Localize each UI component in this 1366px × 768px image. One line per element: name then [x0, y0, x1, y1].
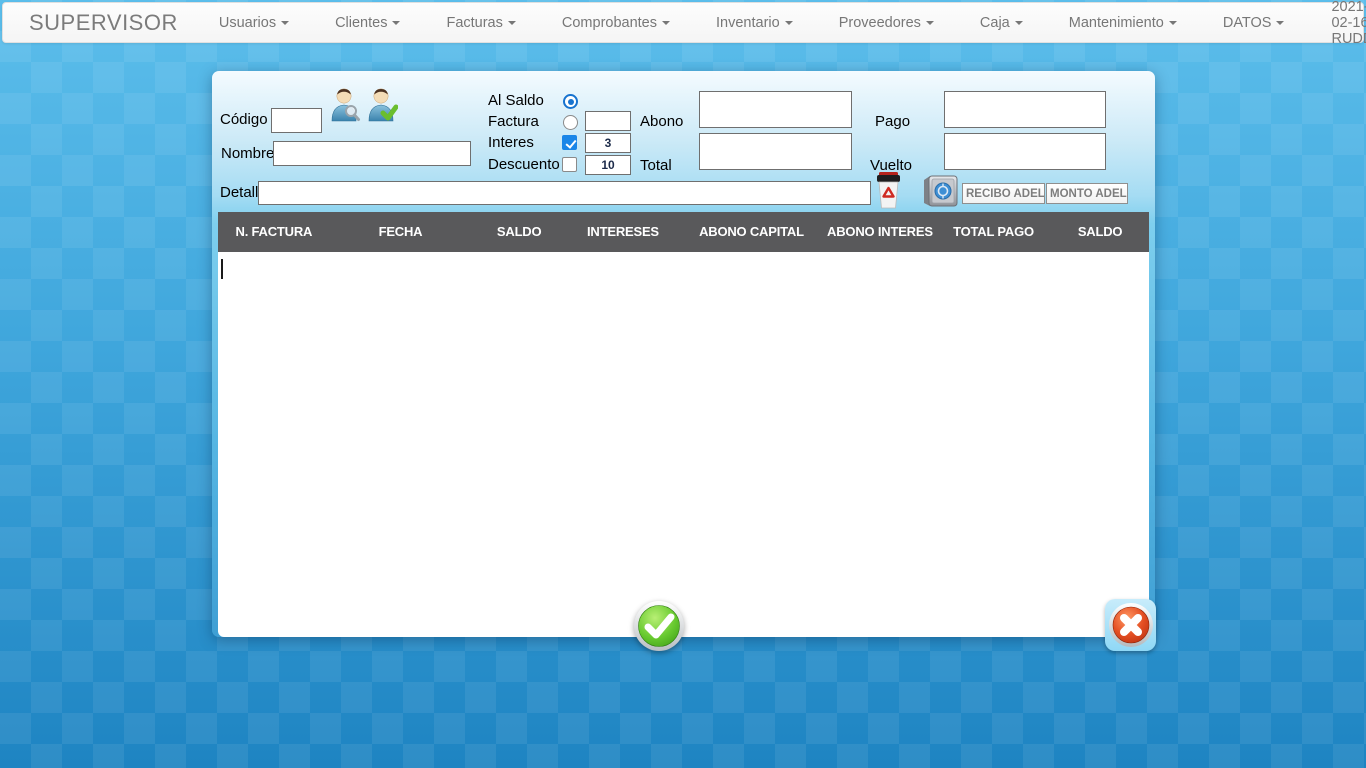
accept-button[interactable] [633, 600, 685, 652]
factura-radio[interactable] [563, 115, 578, 130]
nav-item-label: Caja [980, 15, 1010, 31]
invoices-table-body[interactable] [218, 252, 1149, 637]
nombre-input[interactable] [273, 141, 471, 166]
detalle-input[interactable] [258, 181, 871, 205]
col-saldo: SALDO [471, 225, 567, 240]
safe-vault-icon[interactable] [920, 174, 962, 208]
nav-item-inventario[interactable]: Inventario [693, 4, 816, 42]
chevron-down-icon [508, 21, 516, 25]
factura-input[interactable] [585, 111, 631, 131]
nav-item-label: Inventario [716, 15, 780, 31]
nav-item-clientes[interactable]: Clientes [312, 4, 423, 42]
pago-input[interactable] [944, 91, 1106, 128]
session-label: 2021-02-16 RUDDY [1331, 0, 1366, 47]
chevron-down-icon [1015, 21, 1023, 25]
nav-item-caja[interactable]: Caja [957, 4, 1046, 42]
col-abono-capital: ABONO CAPITAL [679, 225, 824, 240]
vuelto-input[interactable] [944, 133, 1106, 170]
nav-item-comprobantes[interactable]: Comprobantes [539, 4, 693, 42]
interes-label: Interes [488, 134, 534, 151]
chevron-down-icon [785, 21, 793, 25]
nav-menu: Usuarios Clientes Facturas Comprobantes … [196, 4, 1308, 42]
trash-recycle-icon[interactable] [874, 171, 903, 209]
close-button[interactable] [1105, 599, 1156, 651]
al-saldo-radio[interactable] [563, 94, 578, 109]
interes-checkbox[interactable] [562, 135, 577, 150]
nav-item-datos[interactable]: DATOS [1200, 4, 1308, 42]
recibo-adelanto-button[interactable]: RECIBO ADELA [962, 183, 1045, 204]
pago-label: Pago [875, 113, 910, 130]
payment-form: Código Nombre Detalle [212, 71, 1155, 212]
chevron-down-icon [662, 21, 670, 25]
codigo-input[interactable] [271, 108, 322, 133]
descuento-input[interactable] [585, 155, 631, 175]
chevron-down-icon [926, 21, 934, 25]
nav-item-mantenimiento[interactable]: Mantenimiento [1046, 4, 1200, 42]
codigo-label: Código [220, 111, 268, 128]
user-search-icon[interactable] [328, 87, 361, 125]
nav-item-usuarios[interactable]: Usuarios [196, 4, 312, 42]
payments-dialog: Código Nombre Detalle [212, 71, 1155, 637]
top-navbar: SUPERVISOR Usuarios Clientes Facturas Co… [2, 2, 1364, 43]
al-saldo-label: Al Saldo [488, 92, 544, 109]
nav-item-proveedores[interactable]: Proveedores [816, 4, 957, 42]
vuelto-label: Vuelto [870, 157, 912, 174]
factura-label: Factura [488, 113, 539, 130]
total-input[interactable] [699, 133, 852, 170]
chevron-down-icon [281, 21, 289, 25]
chevron-down-icon [392, 21, 400, 25]
col-saldo-final: SALDO [1051, 225, 1149, 240]
session-user-menu[interactable]: 2021-02-16 RUDDY [1307, 0, 1366, 58]
nav-item-label: Usuarios [219, 15, 276, 31]
text-cursor [221, 259, 223, 279]
monto-adelanto-button[interactable]: MONTO ADELA [1046, 183, 1128, 204]
abono-input[interactable] [699, 91, 852, 128]
col-fecha: FECHA [330, 225, 472, 240]
nav-item-label: Facturas [446, 15, 502, 31]
nav-item-label: DATOS [1223, 15, 1272, 31]
interes-input[interactable] [585, 133, 631, 153]
col-abono-interes: ABONO INTERES [824, 225, 936, 240]
chevron-down-icon [1169, 21, 1177, 25]
descuento-label: Descuento [488, 156, 560, 173]
invoices-table-header: N. FACTURA FECHA SALDO INTERESES ABONO C… [218, 212, 1149, 252]
nav-item-label: Clientes [335, 15, 387, 31]
col-intereses: INTERESES [567, 225, 679, 240]
descuento-checkbox[interactable] [562, 157, 577, 172]
abono-label: Abono [640, 113, 683, 130]
nav-item-label: Comprobantes [562, 15, 657, 31]
col-n-factura: N. FACTURA [218, 225, 330, 240]
col-total-pago: TOTAL PAGO [936, 225, 1051, 240]
user-confirm-icon[interactable] [365, 87, 398, 125]
chevron-down-icon [1276, 21, 1284, 25]
total-label: Total [640, 157, 672, 174]
nombre-label: Nombre [221, 145, 274, 162]
nav-item-label: Mantenimiento [1069, 15, 1164, 31]
brand-title[interactable]: SUPERVISOR [3, 10, 196, 36]
nav-item-facturas[interactable]: Facturas [423, 4, 538, 42]
nav-item-label: Proveedores [839, 15, 921, 31]
close-x-icon [1108, 602, 1154, 648]
